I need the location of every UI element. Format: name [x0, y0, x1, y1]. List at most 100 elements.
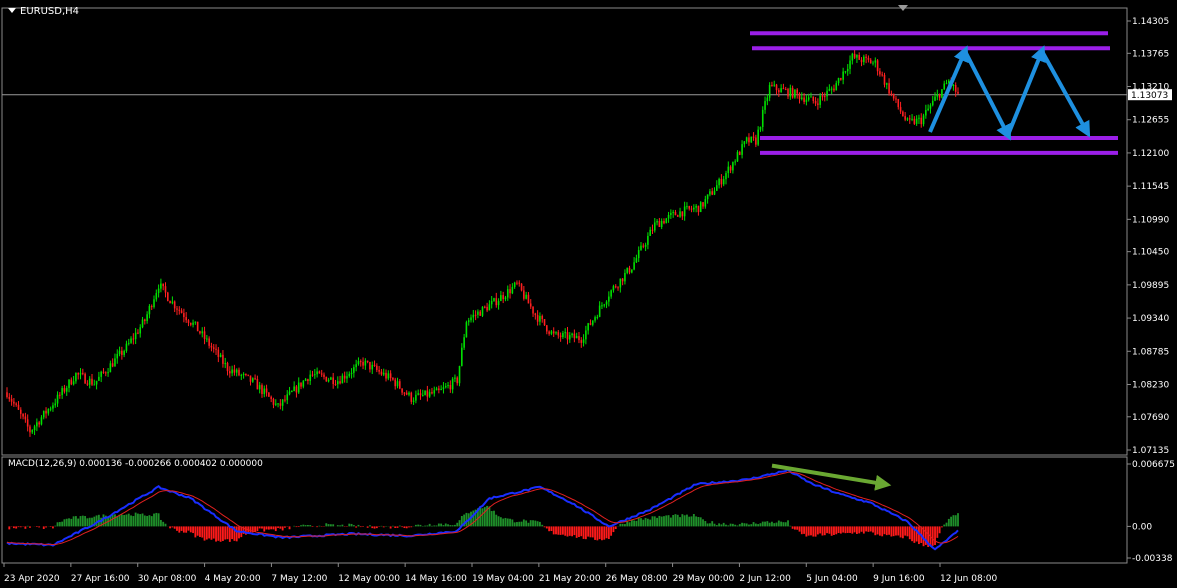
- bear-candle: [697, 205, 700, 213]
- symbol-title[interactable]: EURUSD,H4: [8, 6, 79, 17]
- bull-candle: [141, 319, 144, 328]
- bull-candle: [291, 391, 293, 393]
- bull-candle: [497, 301, 500, 306]
- bear-candle: [419, 393, 422, 396]
- bull-candle: [594, 317, 596, 321]
- bull-candle: [49, 408, 52, 410]
- price-axis-label: 1.11545: [1132, 182, 1169, 192]
- bear-candle: [516, 282, 518, 284]
- bull-candle: [743, 141, 746, 145]
- bear-candle: [642, 245, 645, 247]
- chart-canvas[interactable]: 1.143051.137651.132101.126551.121001.115…: [0, 0, 1177, 588]
- bear-candle: [523, 290, 525, 299]
- bull-candle: [500, 295, 502, 302]
- bull-candle: [95, 380, 98, 385]
- bull-candle: [309, 374, 312, 382]
- price-axis-label: 1.09895: [1132, 281, 1169, 291]
- bull-candle: [885, 83, 888, 85]
- bear-candle: [6, 392, 8, 398]
- trading-chart-window[interactable]: 1.14305 1.13765 1.13210 1.12655 1.12100 1.115…: [0, 0, 1177, 588]
- bear-candle: [162, 283, 165, 287]
- bear-candle: [449, 385, 452, 390]
- bear-candle: [755, 137, 757, 145]
- bull-candle: [100, 371, 102, 377]
- bull-candle: [107, 372, 109, 374]
- price-axis-label: 1.07690: [1132, 413, 1169, 423]
- bear-candle: [22, 413, 24, 417]
- bear-candle: [881, 74, 883, 76]
- bull-candle: [88, 378, 91, 385]
- bear-candle: [366, 360, 369, 362]
- bull-candle: [631, 269, 633, 273]
- bear-candle: [748, 137, 750, 143]
- divergence-arrow[interactable]: [771, 463, 892, 491]
- bear-candle: [711, 191, 714, 195]
- chevron-down-icon[interactable]: [8, 8, 16, 13]
- bull-candle: [451, 378, 454, 390]
- macd-panel-frame: [1, 456, 1128, 564]
- bull-candle: [171, 301, 174, 304]
- bull-candle: [764, 101, 766, 110]
- bull-candle: [918, 117, 920, 119]
- projection-arrow[interactable]: [928, 45, 969, 133]
- time-axis-label: 2 Jun 12:00: [739, 574, 791, 584]
- bull-candle: [575, 336, 578, 339]
- bull-candle: [504, 297, 507, 300]
- bear-candle: [339, 381, 341, 384]
- bear-candle: [77, 373, 80, 375]
- bear-candle: [144, 319, 146, 321]
- projection-arrow[interactable]: [963, 50, 1011, 141]
- bull-candle: [428, 392, 431, 397]
- time-axis-label: 9 Jun 16:00: [873, 574, 925, 584]
- bull-candle: [844, 71, 847, 73]
- bull-candle: [601, 305, 603, 307]
- bull-candle: [490, 300, 493, 305]
- bull-candle: [789, 87, 792, 97]
- bear-candle: [19, 409, 22, 414]
- bear-candle: [121, 350, 123, 355]
- bear-candle: [892, 93, 895, 99]
- bear-candle: [658, 220, 661, 227]
- bear-candle: [362, 361, 364, 366]
- bear-candle: [438, 388, 440, 391]
- bear-candle: [787, 89, 789, 97]
- bull-candle: [807, 97, 810, 100]
- bear-candle: [183, 313, 185, 318]
- bull-candle: [647, 235, 649, 245]
- bull-candle: [761, 109, 764, 127]
- bear-candle: [853, 53, 856, 58]
- bear-candle: [70, 379, 73, 385]
- bull-candle: [153, 299, 155, 308]
- bull-candle: [716, 185, 718, 191]
- bull-candle: [734, 161, 736, 163]
- price-panel-frame: [1, 7, 1128, 456]
- bear-candle: [534, 313, 537, 316]
- bear-candle: [150, 306, 153, 308]
- bull-candle: [506, 289, 509, 298]
- bull-candle: [591, 320, 594, 325]
- projection-arrow[interactable]: [1040, 50, 1091, 138]
- bear-candle: [784, 89, 787, 91]
- bear-candle: [401, 388, 403, 393]
- bear-candle: [132, 338, 135, 340]
- bear-candle: [261, 385, 263, 395]
- bull-candle: [582, 339, 585, 343]
- bear-candle: [426, 390, 429, 397]
- bear-candle: [904, 116, 906, 120]
- bull-candle: [660, 221, 663, 227]
- bull-candle: [155, 293, 158, 300]
- symbol-title-text: EURUSD,H4: [20, 6, 80, 17]
- bull-candle: [61, 388, 63, 396]
- price-axis-label: 1.12100: [1132, 149, 1169, 159]
- bear-candle: [812, 96, 815, 101]
- bull-candle: [805, 99, 808, 102]
- bull-candle: [31, 430, 34, 433]
- bear-candle: [798, 93, 801, 100]
- bull-candle: [667, 214, 670, 219]
- bull-candle: [750, 136, 753, 143]
- price-axis-label: 1.10450: [1132, 248, 1169, 258]
- bear-candle: [814, 100, 817, 104]
- projection-arrow[interactable]: [1006, 45, 1046, 136]
- bull-candle: [596, 316, 599, 318]
- bear-candle: [796, 89, 799, 94]
